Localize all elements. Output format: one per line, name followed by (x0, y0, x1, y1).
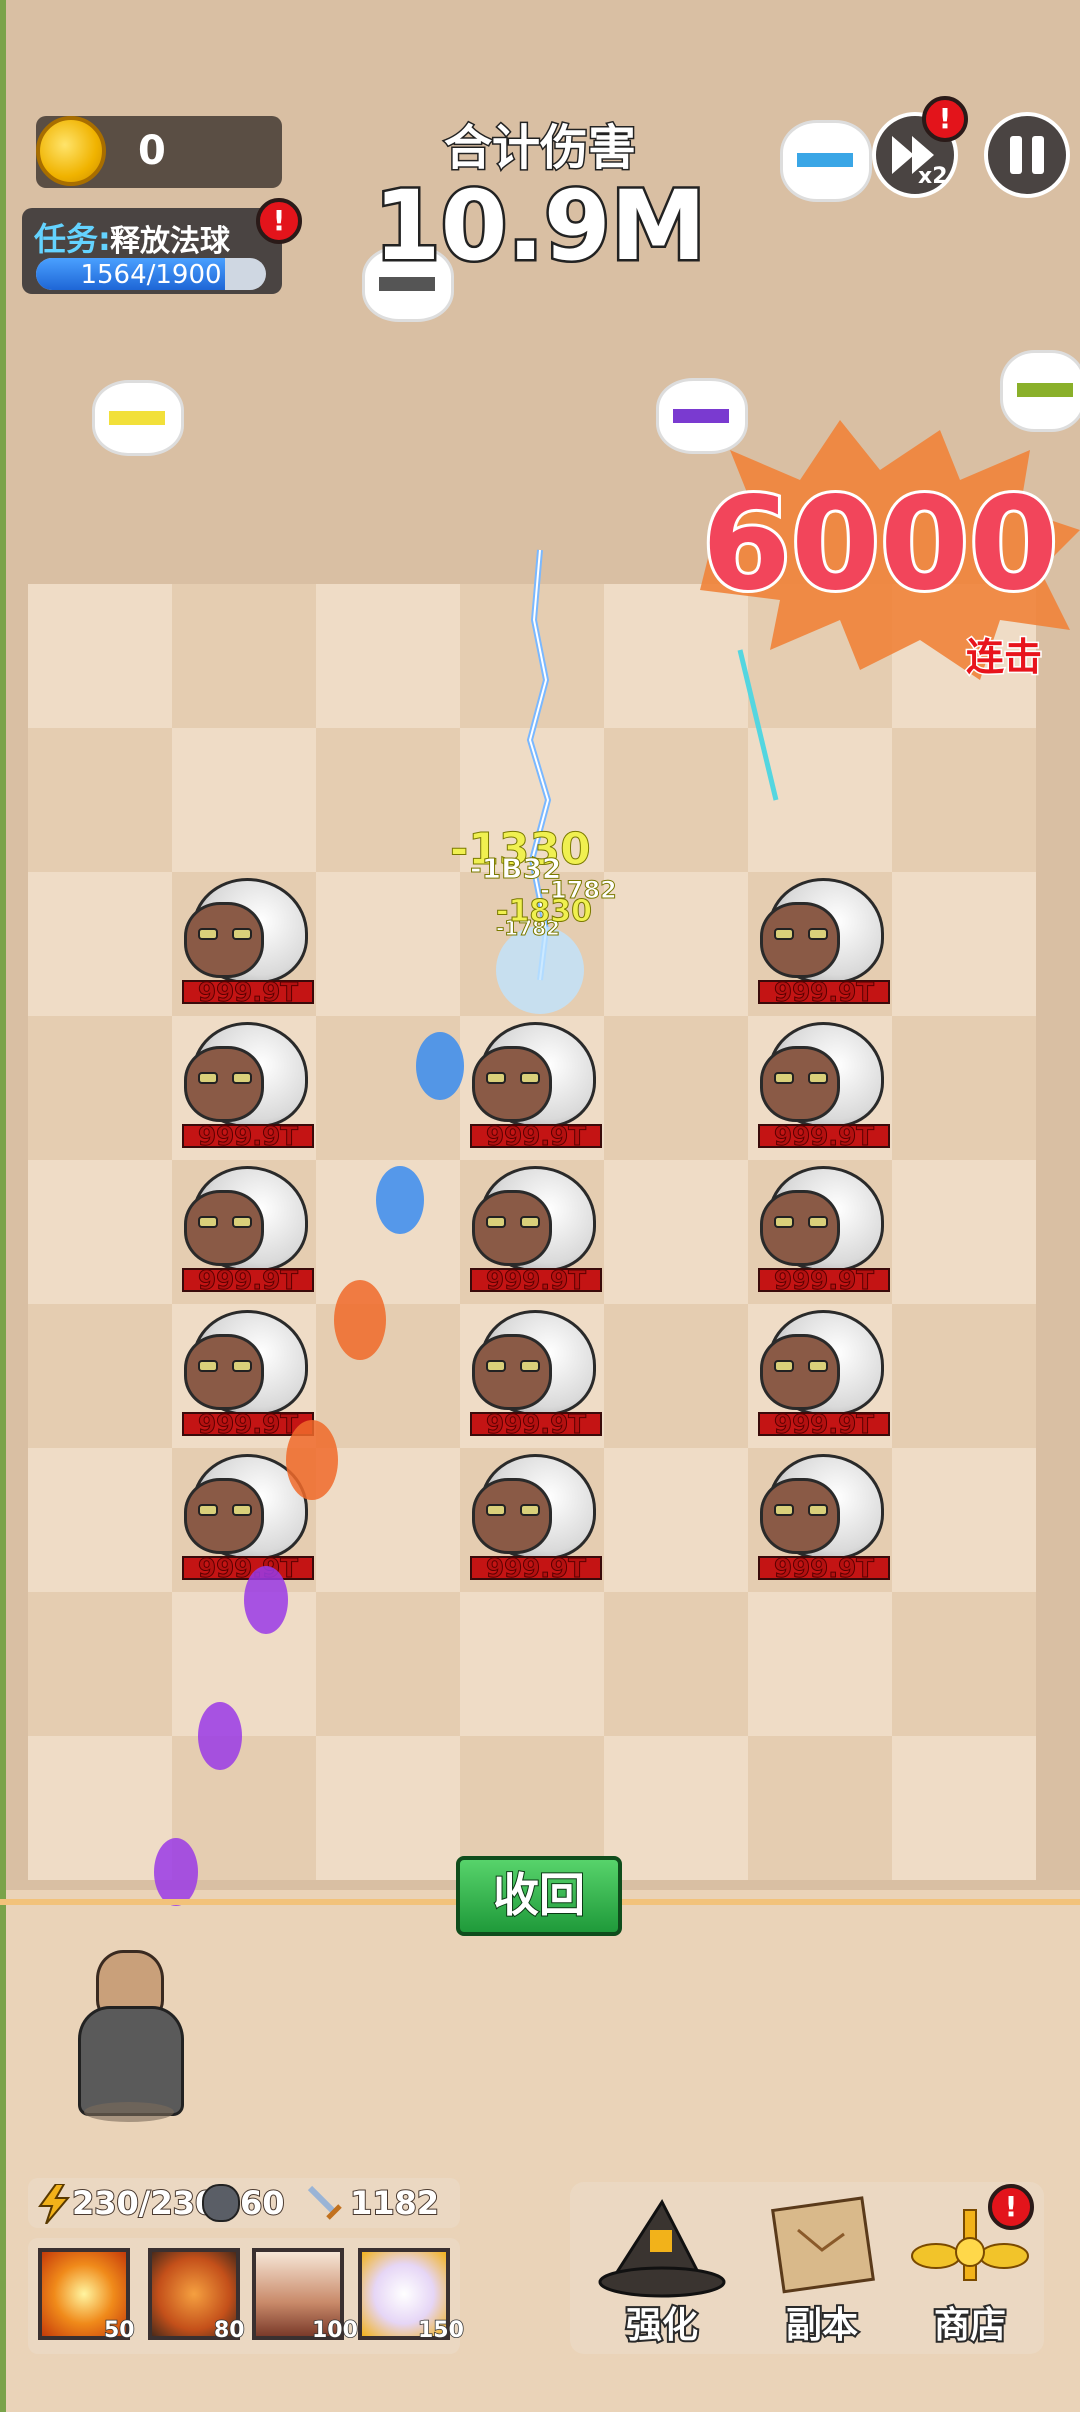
recall-button[interactable]: 收回 (456, 1856, 622, 1936)
upgrade-button[interactable]: 强化 (592, 2190, 732, 2350)
purple-orb (198, 1702, 242, 1770)
energy-value: 230/230 (71, 2183, 218, 2223)
shop-label: 商店 (932, 2303, 1008, 2348)
wizard-hat-icon (598, 2198, 726, 2298)
player-character (76, 1950, 184, 2126)
blue-orb (376, 1166, 424, 1234)
upgrade-label: 强化 (624, 2303, 700, 2348)
energy-icon (38, 2184, 71, 2224)
sword-icon (307, 2185, 342, 2220)
stone-icon (202, 2184, 240, 2222)
fire-orb (334, 1280, 386, 1360)
stone-value: 60 (239, 2183, 286, 2223)
fire-orb (286, 1420, 338, 1500)
ice-shard-trail (737, 649, 779, 801)
skill-cost: 50 (103, 2317, 135, 2344)
dungeon-label: 副本 (784, 2303, 860, 2348)
skill-cost: 100 (311, 2317, 358, 2344)
purple-orb (244, 1566, 288, 1634)
floating-damage-number: -1830 (496, 894, 593, 930)
attack-value: 1182 (349, 2183, 440, 2223)
blue-orb (416, 1032, 464, 1100)
dungeon-button[interactable]: 副本 (752, 2190, 892, 2350)
purple-orb (154, 1838, 198, 1906)
skill-cost: 80 (213, 2317, 245, 2344)
shop-alert-icon: ! (988, 2184, 1034, 2230)
map-scroll-icon (771, 2196, 875, 2294)
skill-cost: 150 (417, 2317, 464, 2344)
